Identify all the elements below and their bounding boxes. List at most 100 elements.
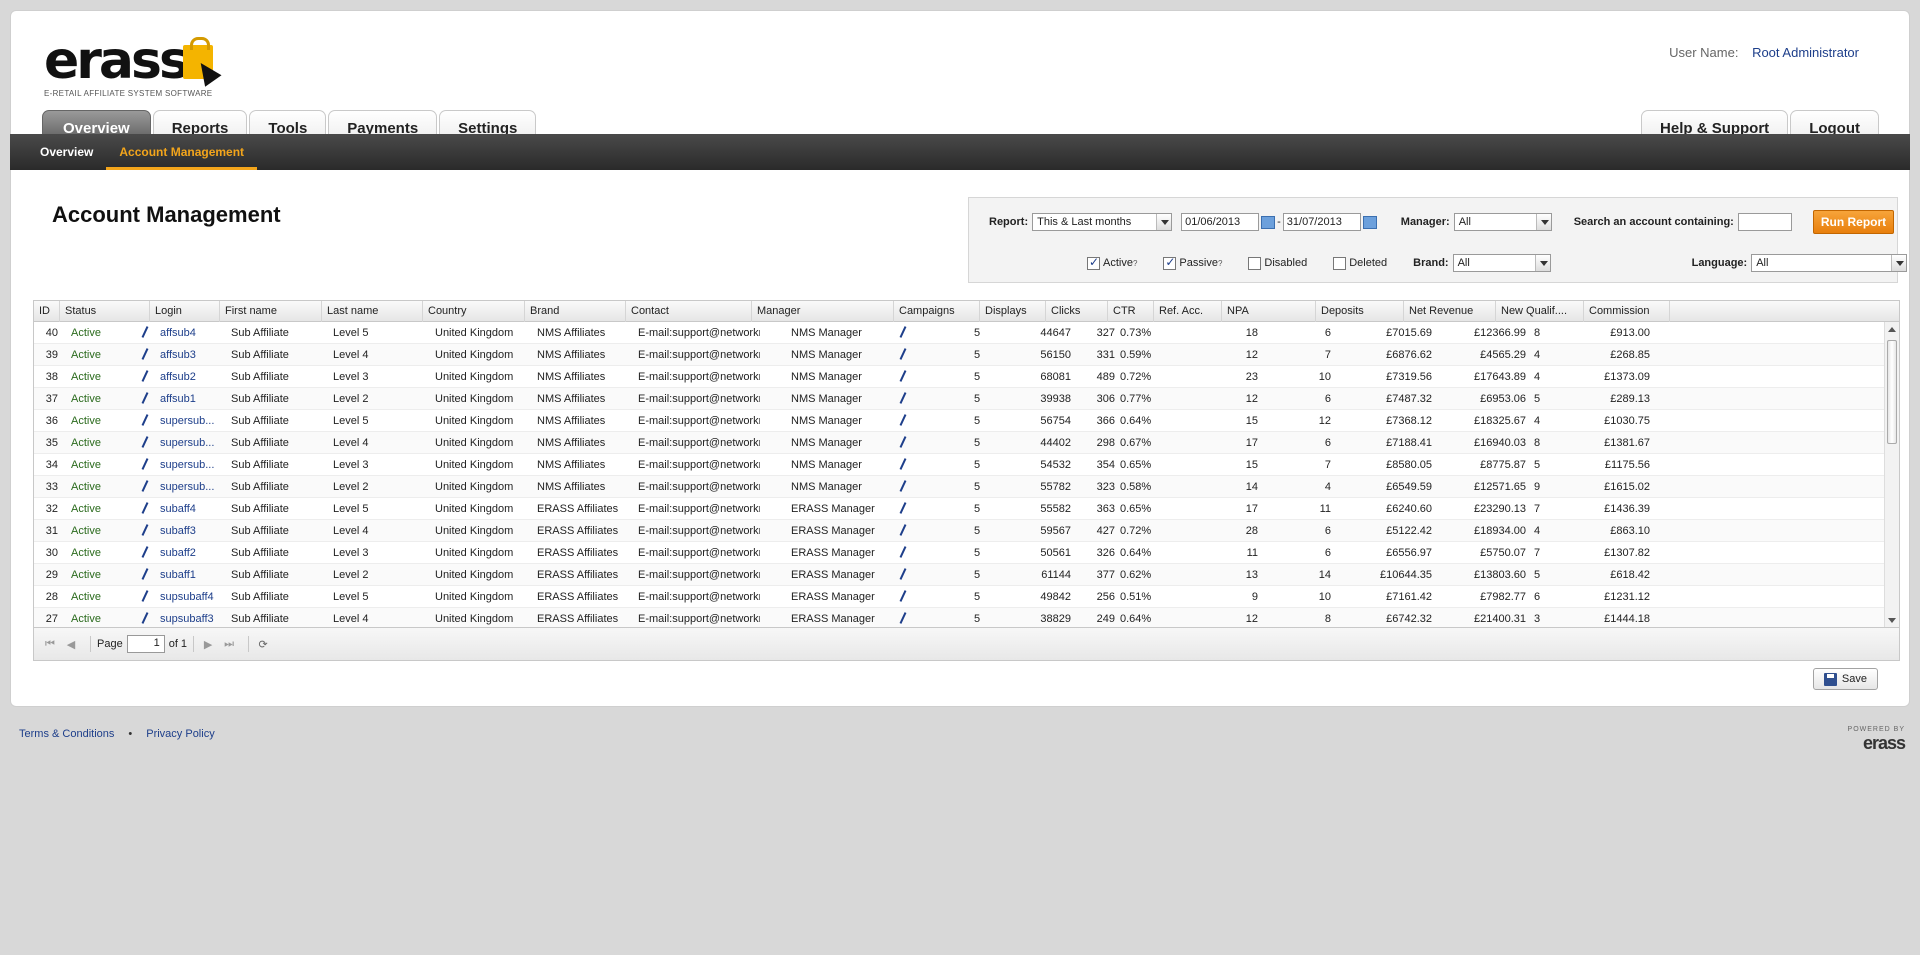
deleted-checkbox[interactable] (1333, 256, 1347, 270)
page-number-input[interactable]: 1 (126, 635, 165, 653)
passive-checkbox[interactable] (1163, 255, 1177, 270)
next-page-icon[interactable]: ▶ (200, 636, 216, 652)
column-header-brand[interactable]: Brand (525, 301, 626, 322)
table-row[interactable]: 29 Active subaff1 Sub Affiliate Level 2 Unite… (34, 564, 1884, 586)
edit-icon[interactable] (141, 546, 149, 558)
cell-login[interactable]: supersub... (160, 476, 226, 498)
table-row[interactable]: 32 Active subaff4 Sub Affiliate Level 5 Unite… (34, 498, 1884, 520)
erass-logo[interactable]: erass E-RETAIL AFFILIATE SYSTEM SOFTWARE (44, 35, 244, 105)
edit-icon[interactable] (141, 414, 149, 426)
column-header-status[interactable]: Status (60, 301, 150, 322)
last-page-icon[interactable]: ⏭ (221, 636, 237, 652)
table-row[interactable]: 30 Active subaff2 Sub Affiliate Level 3 Unite… (34, 542, 1884, 564)
chevron-down-icon[interactable] (1534, 255, 1550, 271)
table-row[interactable]: 27 Active supsubaff3 Sub Affiliate Level 4 Un… (34, 608, 1884, 628)
calendar-icon[interactable] (1261, 215, 1276, 229)
table-row[interactable]: 28 Active supsubaff4 Sub Affiliate Level 5 Un… (34, 586, 1884, 608)
date-to-input[interactable]: 31/07/2013 (1282, 213, 1361, 231)
cell-login[interactable]: subaff2 (160, 542, 226, 564)
column-header-contact[interactable]: Contact (626, 301, 752, 322)
cell-login[interactable]: supersub... (160, 410, 226, 432)
edit-icon[interactable] (141, 436, 149, 448)
cell-login[interactable]: affsub4 (160, 322, 226, 344)
cell-login[interactable]: supsubaff3 (160, 608, 226, 628)
edit-icon[interactable] (899, 458, 907, 470)
edit-icon[interactable] (899, 524, 907, 536)
scroll-thumb[interactable] (1887, 340, 1897, 444)
column-header-commission[interactable]: Commission (1584, 301, 1670, 322)
edit-icon[interactable] (141, 326, 149, 338)
edit-icon[interactable] (899, 392, 907, 404)
subnav-account-management[interactable]: Account Management (106, 134, 257, 170)
cell-login[interactable]: subaff4 (160, 498, 226, 520)
column-header-npa[interactable]: NPA (1222, 301, 1316, 322)
cell-login[interactable]: affsub1 (160, 388, 226, 410)
edit-icon[interactable] (899, 370, 907, 382)
column-header-first-name[interactable]: First name (220, 301, 322, 322)
column-header-ref-acc[interactable]: Ref. Acc. (1154, 301, 1222, 322)
disabled-checkbox[interactable] (1248, 256, 1262, 270)
refresh-icon[interactable]: ⟳ (255, 636, 271, 652)
table-row[interactable]: 37 Active affsub1 Sub Affiliate Level 2 Unite… (34, 388, 1884, 410)
column-header-campaigns[interactable]: Campaigns (894, 301, 980, 322)
edit-icon[interactable] (899, 326, 907, 338)
report-period-select[interactable]: This & Last months (1032, 213, 1173, 231)
edit-icon[interactable] (141, 480, 149, 492)
edit-icon[interactable] (141, 348, 149, 360)
chevron-down-icon[interactable] (1535, 214, 1551, 230)
search-input[interactable] (1737, 213, 1792, 231)
chevron-down-icon[interactable] (1156, 214, 1172, 230)
column-header-ctr[interactable]: CTR (1108, 301, 1154, 322)
cell-login[interactable]: affsub3 (160, 344, 226, 366)
language-select[interactable]: All (1751, 254, 1908, 272)
save-button[interactable]: Save (1812, 668, 1878, 690)
disabled-filter[interactable]: Disabled (1248, 256, 1307, 270)
edit-icon[interactable] (141, 568, 149, 580)
edit-icon[interactable] (141, 590, 149, 602)
user-name-link[interactable]: Root Administrator (1752, 45, 1859, 60)
cell-login[interactable]: supersub... (160, 454, 226, 476)
column-header-net-revenue[interactable]: Net Revenue (1404, 301, 1496, 322)
cell-login[interactable]: subaff1 (160, 564, 226, 586)
column-header-login[interactable]: Login (150, 301, 220, 322)
edit-icon[interactable] (899, 348, 907, 360)
active-filter[interactable]: Active? (1087, 255, 1137, 270)
edit-icon[interactable] (899, 612, 907, 624)
help-icon[interactable]: ? (1218, 259, 1222, 268)
brand-select[interactable]: All (1452, 254, 1551, 272)
scroll-down-icon[interactable] (1888, 618, 1896, 623)
subnav-overview[interactable]: Overview (10, 134, 106, 170)
edit-icon[interactable] (141, 370, 149, 382)
column-header-manager[interactable]: Manager (752, 301, 894, 322)
table-row[interactable]: 35 Active supersub... Sub Affiliate Level 4 U… (34, 432, 1884, 454)
cell-login[interactable]: supersub... (160, 432, 226, 454)
date-from-input[interactable]: 01/06/2013 (1181, 213, 1260, 231)
first-page-icon[interactable]: ⏮ (42, 636, 58, 652)
column-header-last-name[interactable]: Last name (322, 301, 423, 322)
help-icon[interactable]: ? (1133, 259, 1137, 268)
table-row[interactable]: 33 Active supersub... Sub Affiliate Level 2 U… (34, 476, 1884, 498)
column-header-new-qualif[interactable]: New Qualif.... (1496, 301, 1584, 322)
edit-icon[interactable] (141, 458, 149, 470)
active-checkbox[interactable] (1087, 255, 1100, 270)
column-header-country[interactable]: Country (423, 301, 525, 322)
terms-link[interactable]: Terms & Conditions (19, 728, 114, 740)
edit-icon[interactable] (899, 590, 907, 602)
edit-icon[interactable] (899, 502, 907, 514)
edit-icon[interactable] (899, 546, 907, 558)
edit-icon[interactable] (899, 436, 907, 448)
calendar-icon[interactable] (1362, 215, 1377, 229)
run-report-button[interactable]: Run Report (1812, 210, 1895, 234)
edit-icon[interactable] (899, 480, 907, 492)
column-header-displays[interactable]: Displays (980, 301, 1046, 322)
cell-login[interactable]: supsubaff4 (160, 586, 226, 608)
column-header-id[interactable]: ID (34, 301, 60, 322)
manager-select[interactable]: All (1453, 213, 1552, 231)
deleted-filter[interactable]: Deleted (1333, 256, 1387, 270)
table-row[interactable]: 31 Active subaff3 Sub Affiliate Level 4 Unite… (34, 520, 1884, 542)
vertical-scrollbar[interactable] (1884, 322, 1899, 628)
table-row[interactable]: 36 Active supersub... Sub Affiliate Level 5 U… (34, 410, 1884, 432)
table-row[interactable]: 40 Active affsub4 Sub Affiliate Level 5 Unite… (34, 322, 1884, 344)
table-row[interactable]: 39 Active affsub3 Sub Affiliate Level 4 Unite… (34, 344, 1884, 366)
table-row[interactable]: 34 Active supersub... Sub Affiliate Level 3 U… (34, 454, 1884, 476)
